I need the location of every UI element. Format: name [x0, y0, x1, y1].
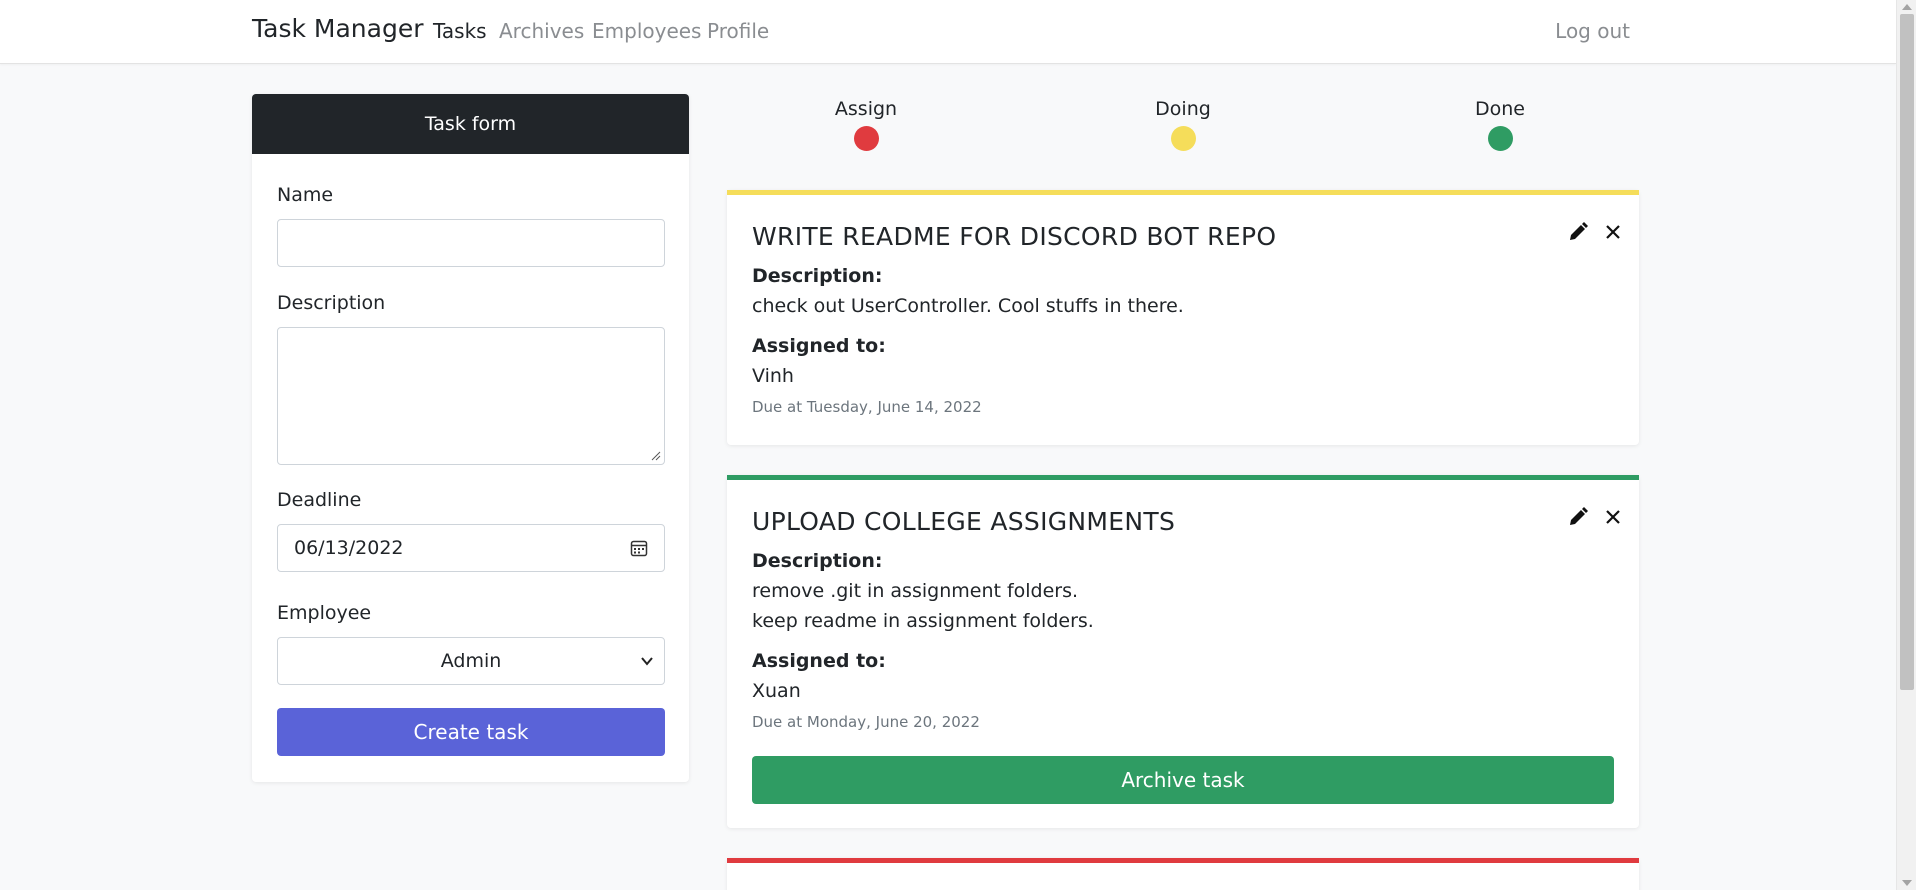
close-icon[interactable]: [1603, 222, 1623, 242]
top-navbar: Task Manager Tasks Archives Employees Pr…: [0, 0, 1896, 64]
nav-archives[interactable]: Archives: [499, 19, 584, 43]
scroll-up-arrow-icon[interactable]: [1902, 4, 1912, 10]
task-form-panel: Task form Name Description Deadline 06/1…: [252, 94, 689, 782]
employee-label: Employee: [277, 602, 372, 624]
name-input[interactable]: [277, 219, 665, 267]
chevron-down-icon: [641, 657, 653, 666]
description-heading: Description:: [752, 550, 883, 572]
assigned-heading: Assigned to:: [752, 335, 886, 357]
legend-doing-label: Doing: [1155, 98, 1211, 120]
logout-link[interactable]: Log out: [1555, 19, 1630, 43]
resize-handle-icon[interactable]: [651, 451, 661, 461]
employee-selected-value: Admin: [440, 650, 502, 672]
description-heading: Description:: [752, 265, 883, 287]
name-label: Name: [277, 184, 334, 206]
pencil-icon[interactable]: [1568, 222, 1588, 242]
legend-assign: Assign: [806, 98, 926, 151]
task-due-date: Due at Tuesday, June 14, 2022: [752, 398, 982, 416]
deadline-value: 06/13/2022: [294, 537, 404, 559]
brand-logo[interactable]: Task Manager: [252, 14, 423, 43]
scroll-down-arrow-icon[interactable]: [1902, 880, 1912, 886]
close-icon[interactable]: [1603, 507, 1623, 527]
task-status-bar: [727, 858, 1639, 863]
legend-assign-label: Assign: [834, 98, 898, 120]
task-assignee: Vinh: [752, 365, 794, 387]
task-card: WRITE README FOR DISCORD BOT REPO Descri…: [727, 190, 1639, 445]
task-description-line: remove .git in assignment folders.: [752, 580, 1079, 602]
legend-assign-dot: [853, 126, 879, 151]
nav-profile[interactable]: Profile: [707, 19, 769, 43]
task-form-header: Task form: [252, 94, 689, 154]
assigned-heading: Assigned to:: [752, 650, 886, 672]
nav-tasks[interactable]: Tasks: [433, 19, 487, 43]
description-textarea[interactable]: [277, 327, 665, 465]
pencil-icon[interactable]: [1568, 507, 1588, 527]
task-status-bar: [727, 190, 1639, 195]
employee-select[interactable]: Admin: [277, 637, 665, 685]
nav-employees[interactable]: Employees: [592, 19, 701, 43]
task-card: UPLOAD COLLEGE ASSIGNMENTS Description: …: [727, 475, 1639, 828]
task-assignee: Xuan: [752, 680, 801, 702]
legend-done: Done: [1440, 98, 1560, 151]
archive-task-button[interactable]: Archive task: [752, 756, 1614, 804]
task-due-date: Due at Monday, June 20, 2022: [752, 713, 980, 731]
task-status-bar: [727, 475, 1639, 480]
task-card: [727, 858, 1639, 890]
deadline-label: Deadline: [277, 489, 362, 511]
legend-done-dot: [1487, 126, 1513, 151]
legend-doing-dot: [1170, 126, 1196, 151]
task-title: WRITE README FOR DISCORD BOT REPO: [752, 222, 1277, 251]
task-description-line: keep readme in assignment folders.: [752, 610, 1094, 632]
legend-doing: Doing: [1123, 98, 1243, 151]
description-label: Description: [277, 292, 386, 314]
deadline-input[interactable]: 06/13/2022: [277, 524, 665, 572]
page-scrollbar[interactable]: [1896, 0, 1916, 890]
scroll-thumb[interactable]: [1900, 14, 1914, 690]
task-title: UPLOAD COLLEGE ASSIGNMENTS: [752, 507, 1176, 536]
task-description: check out UserController. Cool stuffs in…: [752, 295, 1184, 317]
create-task-button[interactable]: Create task: [277, 708, 665, 756]
calendar-icon[interactable]: [630, 539, 648, 557]
legend-done-label: Done: [1475, 98, 1525, 120]
